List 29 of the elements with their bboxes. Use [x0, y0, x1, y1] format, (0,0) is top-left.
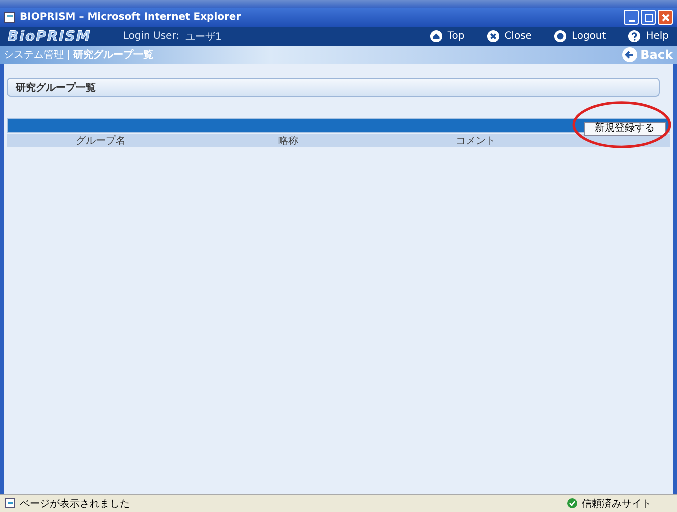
login-label: Login User: [123, 31, 180, 42]
check-icon [567, 498, 578, 509]
column-header: グループ名 [74, 134, 127, 148]
nav-link[interactable]: Top [430, 30, 465, 43]
new-register-button[interactable]: 新規登録する [584, 122, 666, 136]
column-header: 略称 [278, 134, 300, 148]
help-icon [628, 30, 642, 43]
nav-link[interactable]: Help [628, 30, 669, 43]
page-icon [4, 12, 16, 24]
minimize-button[interactable] [624, 10, 639, 25]
security-zone: 信頼済みサイト [582, 498, 652, 510]
status-message: ページが表示されました [20, 498, 131, 510]
nav-link[interactable]: Close [486, 30, 532, 43]
close-icon [662, 14, 670, 22]
section-title: 研究グループ一覧 [7, 78, 660, 97]
nav-link[interactable]: Logout [554, 30, 606, 43]
close-icon [486, 30, 500, 43]
separator: | [67, 50, 70, 60]
login-user: ユーザ1 [186, 30, 222, 44]
window-title: BIOPRISM – Microsoft Internet Explorer [20, 12, 242, 23]
minimize-icon [628, 20, 634, 22]
maximize-button[interactable] [641, 10, 656, 25]
maximize-icon [644, 14, 652, 22]
page-icon [5, 498, 16, 509]
ring-icon [554, 30, 567, 43]
close-window-button[interactable] [658, 10, 673, 25]
logo: BioPRISM [8, 28, 92, 44]
home-icon [430, 30, 443, 43]
column-header: コメント [455, 134, 498, 148]
